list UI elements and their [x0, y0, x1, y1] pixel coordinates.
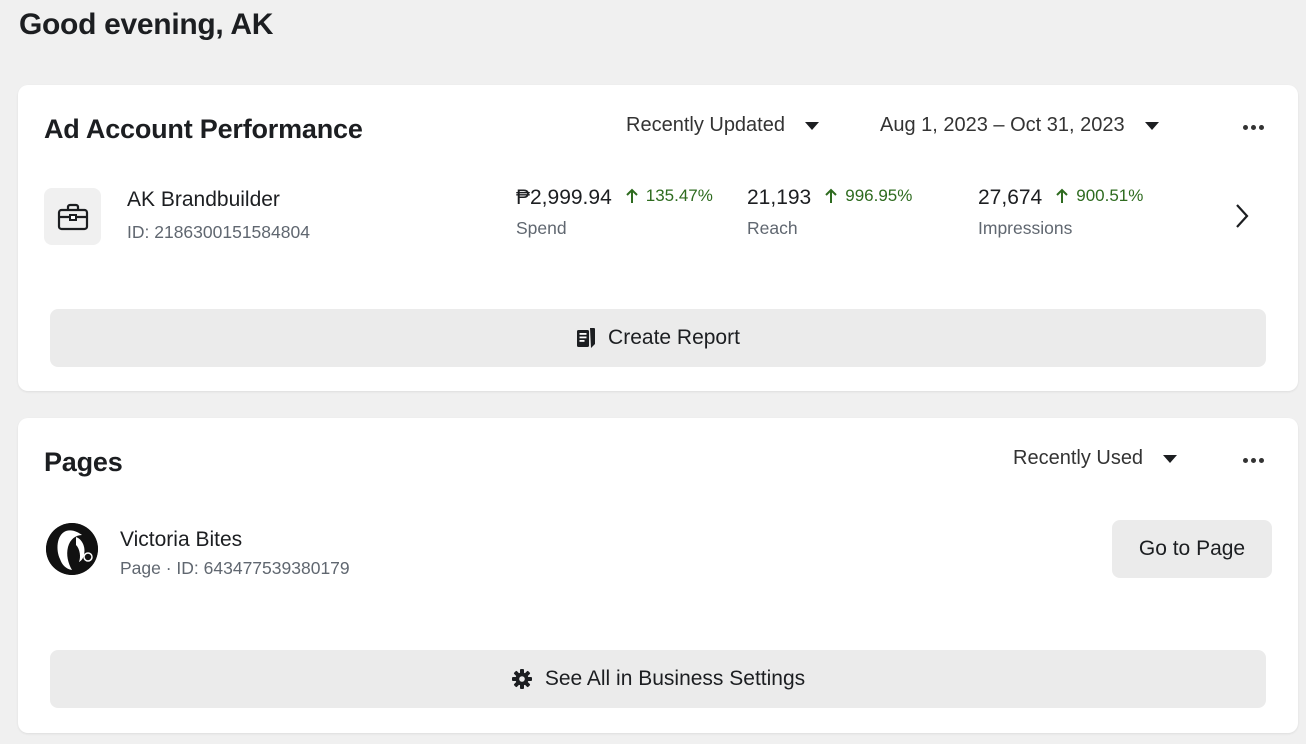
page-avatar [46, 523, 98, 575]
ad-account-performance-title: Ad Account Performance [44, 114, 363, 144]
create-report-button[interactable]: Create Report [50, 309, 1266, 367]
arrow-up-icon [1056, 188, 1068, 203]
more-options-icon[interactable] [1238, 448, 1268, 472]
arrow-up-icon [825, 188, 837, 203]
business-settings-label: See All in Business Settings [544, 667, 806, 690]
metric-label: Impressions [978, 218, 1073, 238]
metric-change: 135.47% [626, 186, 713, 206]
sort-dropdown[interactable]: Recently Updated [626, 114, 819, 137]
date-range-label: Aug 1, 2023 – Oct 31, 2023 [880, 114, 1125, 136]
sort-dropdown-label: Recently Updated [626, 114, 785, 136]
metric-impressions: 27,674 900.51% Impressions [978, 186, 1143, 239]
metric-change: 900.51% [1056, 186, 1143, 206]
metric-change-value: 135.47% [645, 186, 713, 205]
ad-account-name: AK Brandbuilder [127, 188, 280, 211]
metric-reach: 21,193 996.95% Reach [747, 186, 912, 239]
arrow-up-icon [626, 188, 638, 203]
metric-change-value: 900.51% [1076, 186, 1144, 205]
pages-title: Pages [44, 447, 123, 477]
page-id: Page · ID: 643477539380179 [120, 558, 350, 578]
caret-down-icon [804, 121, 819, 130]
ad-account-performance-card: Ad Account Performance Recently Updated … [18, 85, 1298, 391]
ad-account-id: ID: 2186300151584804 [127, 222, 310, 242]
metric-spend: ₱2,999.94 135.47% Spend [516, 186, 713, 239]
create-report-label: Create Report [608, 326, 740, 349]
metric-label: Reach [747, 218, 798, 238]
page-name: Victoria Bites [120, 528, 243, 551]
metric-value: 27,674 [978, 186, 1043, 209]
pages-sort-dropdown[interactable]: Recently Used [1013, 447, 1178, 470]
more-options-icon[interactable] [1238, 115, 1268, 139]
chevron-right-icon[interactable] [1234, 203, 1250, 234]
caret-down-icon [1163, 454, 1178, 463]
go-to-page-button[interactable]: Go to Page [1112, 520, 1272, 578]
metric-change-value: 996.95% [845, 186, 913, 205]
caret-down-icon [1144, 121, 1159, 130]
date-range-dropdown[interactable]: Aug 1, 2023 – Oct 31, 2023 [880, 114, 1159, 137]
pages-sort-label: Recently Used [1013, 447, 1144, 469]
report-icon [577, 328, 596, 348]
pages-card: Pages Recently Used Victoria Bites Page … [18, 418, 1298, 733]
greeting-heading: Good evening, AK [19, 8, 274, 41]
briefcase-icon [44, 188, 101, 245]
metric-change: 996.95% [825, 186, 912, 206]
metric-value: ₱2,999.94 [516, 186, 612, 209]
business-settings-button[interactable]: See All in Business Settings [50, 650, 1266, 708]
gear-icon [511, 669, 532, 689]
metric-label: Spend [516, 218, 567, 238]
metric-value: 21,193 [747, 186, 812, 209]
